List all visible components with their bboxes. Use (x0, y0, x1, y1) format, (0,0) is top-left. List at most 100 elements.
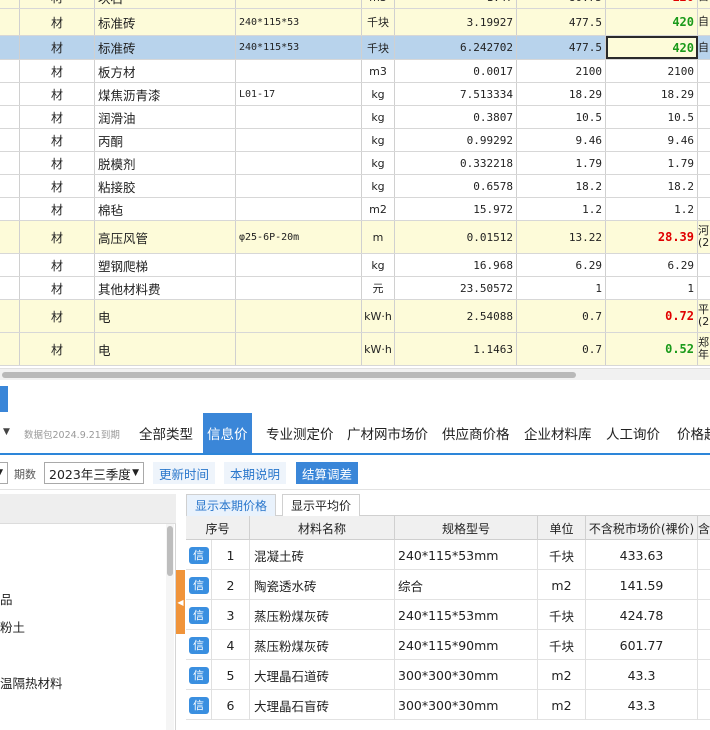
spec-cell[interactable]: φ25-6P-20m (236, 221, 362, 253)
settle-diff-button[interactable]: 结算调差 (296, 462, 359, 484)
scrollbar-thumb[interactable] (2, 372, 576, 378)
name-cell[interactable]: 其他材料费 (95, 277, 236, 299)
qty-cell[interactable]: 23.50572 (395, 277, 517, 299)
type-cell[interactable]: 材 (20, 106, 95, 128)
qty-cell[interactable]: 6.242702 (395, 36, 517, 59)
unit-cell[interactable]: 元 (362, 277, 395, 299)
region-select[interactable]: ▼ (0, 462, 8, 484)
table-row[interactable]: 信 5 大理晶石道砖 300*300*30mm m2 43.3 (186, 660, 710, 690)
tab-gcw-market-price[interactable]: 广材网市场价 (347, 413, 428, 453)
unit-cell[interactable]: 千块 (362, 36, 395, 59)
name-cell[interactable]: 丙酮 (95, 129, 236, 151)
name-cell[interactable]: 电 (95, 300, 236, 332)
table-row[interactable]: 信 4 蒸压粉煤灰砖 240*115*90mm 千块 601.77 (186, 630, 710, 660)
unit-cell[interactable]: kg (362, 129, 395, 151)
tab-supplier-price[interactable]: 供应商价格 (442, 413, 510, 453)
grid-row[interactable]: 材 电 kW·h 2.54088 0.7 0.72 平 (2 (0, 300, 710, 333)
market-price-cell[interactable]: 6.29 (606, 254, 698, 276)
price-cell[interactable]: 80.75 (517, 0, 606, 8)
unit-cell[interactable]: kg (362, 83, 395, 105)
market-price-cell[interactable]: 1 (606, 277, 698, 299)
price-cell[interactable]: 1.2 (517, 198, 606, 220)
market-price-cell-active[interactable]: 420 (606, 36, 698, 59)
unit-cell[interactable]: kW·h (362, 300, 395, 332)
tab-current-price[interactable]: 显示本期价格 (186, 494, 277, 516)
market-price-cell[interactable]: 2100 (606, 60, 698, 82)
name-cell[interactable]: 润滑油 (95, 106, 236, 128)
name-cell[interactable]: 标准砖 (95, 36, 236, 59)
table-row[interactable]: 信 2 陶瓷透水砖 综合 m2 141.59 (186, 570, 710, 600)
market-price-cell[interactable]: 9.46 (606, 129, 698, 151)
unit-cell[interactable]: kg (362, 106, 395, 128)
qty-cell[interactable]: 0.01512 (395, 221, 517, 253)
price-cell[interactable]: 477.5 (517, 9, 606, 35)
qty-cell[interactable]: 0.99292 (395, 129, 517, 151)
price-cell[interactable]: 477.5 (517, 36, 606, 59)
tab-info-price[interactable]: 信息价 (203, 413, 252, 453)
name-cell[interactable]: 高压风管 (95, 221, 236, 253)
price-cell[interactable]: 2100 (517, 60, 606, 82)
market-price-cell[interactable]: 18.2 (606, 175, 698, 197)
price-cell[interactable]: 1 (517, 277, 606, 299)
vertical-scrollbar[interactable] (166, 524, 174, 730)
tab-professional-price[interactable]: 专业测定价 (266, 413, 334, 453)
market-price-cell[interactable]: 120 (606, 0, 698, 8)
unit-cell[interactable]: kg (362, 175, 395, 197)
price-cell[interactable]: 0.7 (517, 333, 606, 365)
price-cell[interactable]: 6.29 (517, 254, 606, 276)
grid-row[interactable]: 材 板方材 m3 0.0017 2100 2100 (0, 60, 710, 83)
source-cell[interactable] (698, 254, 710, 276)
source-cell[interactable] (698, 106, 710, 128)
col-header-spec[interactable]: 规格型号 (395, 516, 538, 540)
price-cell[interactable]: 18.2 (517, 175, 606, 197)
col-header-price[interactable]: 不含税市场价(裸价) (586, 516, 698, 540)
type-cell[interactable]: 材 (20, 300, 95, 332)
qty-cell[interactable]: 15.972 (395, 198, 517, 220)
qty-cell[interactable]: 0.6578 (395, 175, 517, 197)
tree-item[interactable]: 品 (0, 589, 13, 608)
unit-cell[interactable]: kW·h (362, 333, 395, 365)
chevron-down-icon[interactable]: ▼ (3, 427, 10, 437)
collapse-panel-handle[interactable]: ◀ (176, 570, 185, 634)
market-price-cell[interactable]: 420 (606, 9, 698, 35)
name-cell[interactable]: 电 (95, 333, 236, 365)
grid-row-selected[interactable]: 材 标准砖 240*115*53 千块 6.242702 477.5 420 自 (0, 36, 710, 60)
name-cell[interactable]: 板方材 (95, 60, 236, 82)
market-price-cell[interactable]: 10.5 (606, 106, 698, 128)
type-cell[interactable]: 材 (20, 198, 95, 220)
name-cell[interactable]: 块石 (95, 0, 236, 8)
type-cell[interactable]: 材 (20, 152, 95, 174)
qty-cell[interactable]: 1.1463 (395, 333, 517, 365)
period-select[interactable]: 2023年三季度 ▼ (44, 462, 144, 484)
name-cell[interactable]: 粘接胶 (95, 175, 236, 197)
spec-cell[interactable] (236, 300, 362, 332)
name-cell[interactable]: 煤焦沥青漆 (95, 83, 236, 105)
qty-cell[interactable]: 16.968 (395, 254, 517, 276)
col-header-name[interactable]: 材料名称 (250, 516, 395, 540)
source-cell[interactable] (698, 129, 710, 151)
grid-row[interactable]: 材 块石 m3 1.47 80.75 120 自 (0, 0, 710, 9)
type-cell[interactable]: 材 (20, 60, 95, 82)
unit-cell[interactable]: 千块 (362, 9, 395, 35)
grid-row[interactable]: 材 脱模剂 kg 0.332218 1.79 1.79 (0, 152, 710, 175)
grid-row[interactable]: 材 高压风管 φ25-6P-20m m 0.01512 13.22 28.39 … (0, 221, 710, 254)
table-row[interactable]: 信 3 蒸压粉煤灰砖 240*115*53mm 千块 424.78 (186, 600, 710, 630)
price-cell[interactable]: 13.22 (517, 221, 606, 253)
spec-cell[interactable]: 240*115*53 (236, 9, 362, 35)
horizontal-scrollbar[interactable] (0, 368, 710, 380)
source-cell[interactable]: 河 (2 (698, 221, 710, 253)
market-price-cell[interactable]: 1.2 (606, 198, 698, 220)
spec-cell[interactable] (236, 277, 362, 299)
type-cell[interactable]: 材 (20, 0, 95, 8)
type-cell[interactable]: 材 (20, 36, 95, 59)
market-price-cell[interactable]: 0.52 (606, 333, 698, 365)
spec-cell[interactable] (236, 152, 362, 174)
source-cell[interactable] (698, 60, 710, 82)
qty-cell[interactable]: 0.332218 (395, 152, 517, 174)
col-header-no[interactable]: 序号 (186, 516, 250, 540)
scrollbar-thumb[interactable] (167, 526, 173, 576)
source-cell[interactable]: 自 (698, 9, 710, 35)
source-cell[interactable] (698, 152, 710, 174)
qty-cell[interactable]: 2.54088 (395, 300, 517, 332)
grid-row[interactable]: 材 棉毡 m2 15.972 1.2 1.2 (0, 198, 710, 221)
